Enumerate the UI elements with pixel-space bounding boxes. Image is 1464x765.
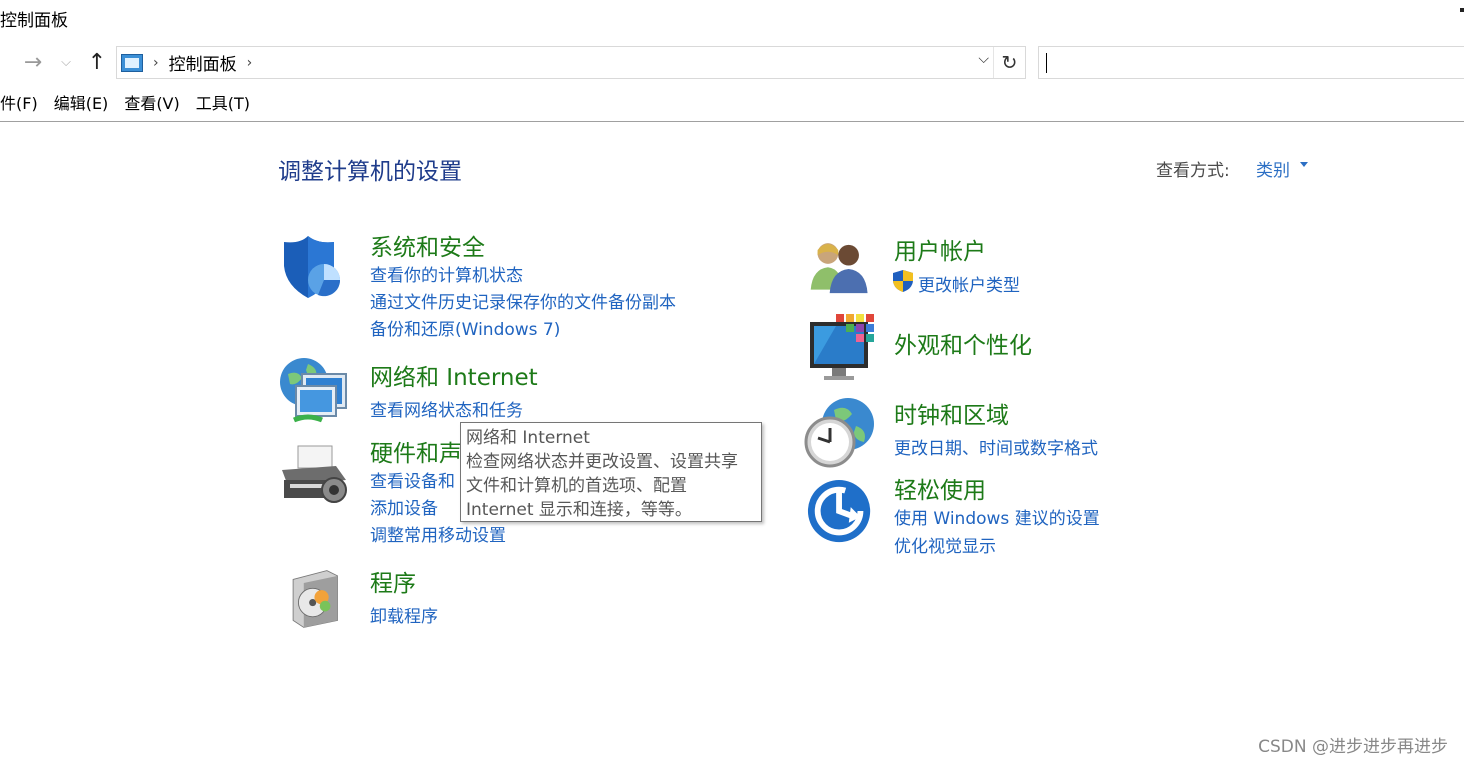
menu-view[interactable]: 查看(V)	[124, 90, 195, 118]
recent-locations-button[interactable]: ⌵	[56, 48, 76, 76]
breadcrumb-control-panel[interactable]: 控制面板	[169, 50, 237, 75]
tooltip-line: Internet 显示和连接，等等。	[466, 500, 692, 520]
up-button[interactable]: ↑	[82, 48, 112, 76]
link-uninstall-program[interactable]: 卸载程序	[370, 602, 438, 627]
link-backup-restore[interactable]: 备份和还原(Windows 7)	[370, 315, 560, 340]
link-file-history-backup[interactable]: 通过文件历史记录保存你的文件备份副本	[370, 288, 676, 313]
menu-bar: 件(F) 编辑(E) 查看(V) 工具(T)	[0, 90, 1464, 122]
chevron-down-icon: ⌵	[61, 54, 71, 70]
refresh-button[interactable]: ↻	[993, 47, 1025, 78]
menu-tools[interactable]: 工具(T)	[196, 90, 266, 118]
category-title-system-security[interactable]: 系统和安全	[370, 228, 485, 262]
shield-icon[interactable]	[278, 234, 350, 306]
forward-button[interactable]: →	[18, 48, 48, 76]
link-change-date-time-format[interactable]: 更改日期、时间或数字格式	[894, 434, 1098, 459]
programs-icon[interactable]	[286, 566, 350, 632]
category-title-network-internet[interactable]: 网络和 Internet	[370, 358, 538, 392]
category-title-ease-of-access[interactable]: 轻松使用	[894, 471, 986, 505]
category-title-appearance[interactable]: 外观和个性化	[894, 326, 1032, 360]
display-palette-icon[interactable]	[806, 314, 878, 386]
arrow-right-icon: →	[23, 49, 43, 75]
menu-edit[interactable]: 编辑(E)	[54, 90, 125, 118]
window-control-icon[interactable]	[1460, 8, 1464, 12]
users-icon[interactable]	[806, 238, 874, 300]
view-by-dropdown[interactable]: 类别	[1256, 156, 1290, 181]
tooltip-line: 网络和 Internet	[466, 428, 590, 448]
network-globe-icon[interactable]	[278, 356, 350, 428]
title-bar: 控制面板	[0, 0, 1464, 34]
clock-globe-icon[interactable]	[804, 396, 876, 468]
link-optimize-visual-display[interactable]: 优化视觉显示	[894, 532, 996, 557]
tooltip-line: 文件和计算机的首选项、配置	[466, 476, 687, 496]
category-title-programs[interactable]: 程序	[370, 564, 416, 598]
category-title-user-accounts[interactable]: 用户帐户	[894, 232, 986, 266]
watermark: CSDN @进步进步再进步	[1258, 737, 1448, 757]
link-add-device[interactable]: 添加设备	[370, 494, 438, 519]
link-network-status-tasks[interactable]: 查看网络状态和任务	[370, 396, 523, 421]
view-by-caret-icon[interactable]	[1300, 162, 1308, 167]
view-by-label: 查看方式:	[1156, 161, 1230, 181]
link-change-account-type[interactable]: 更改帐户类型	[918, 271, 1020, 296]
arrow-up-icon: ↑	[87, 49, 107, 75]
link-mobility-settings[interactable]: 调整常用移动设置	[370, 521, 506, 546]
window-title: 控制面板	[0, 11, 68, 31]
refresh-icon: ↻	[1001, 51, 1018, 74]
printer-icon[interactable]	[278, 440, 350, 512]
category-title-hardware-sound[interactable]: 硬件和声	[370, 434, 462, 468]
page-title: 调整计算机的设置	[278, 159, 462, 185]
search-input[interactable]	[1038, 46, 1464, 79]
tooltip-line: 检查网络状态并更改设置、设置共享	[466, 452, 738, 472]
address-dropdown-icon[interactable]: ⌵	[978, 51, 989, 67]
uac-shield-icon	[893, 270, 913, 292]
link-view-devices-printers[interactable]: 查看设备和	[370, 467, 455, 492]
control-panel-icon	[121, 53, 143, 72]
breadcrumb-separator[interactable]: ›	[247, 55, 253, 71]
menu-file[interactable]: 件(F)	[0, 90, 54, 118]
link-view-computer-status[interactable]: 查看你的计算机状态	[370, 261, 523, 286]
category-title-clock-region[interactable]: 时钟和区域	[894, 396, 1009, 430]
address-bar[interactable]: › 控制面板 › ⌵ ↻	[116, 46, 1026, 79]
text-caret	[1046, 53, 1047, 73]
link-recommended-settings[interactable]: 使用 Windows 建议的设置	[894, 504, 1100, 529]
ease-of-access-icon[interactable]	[806, 478, 876, 548]
navigation-bar: → ⌵ ↑ › 控制面板 › ⌵ ↻	[0, 44, 1464, 80]
tooltip-network-internet: 网络和 Internet 检查网络状态并更改设置、设置共享 文件和计算机的首选项…	[460, 422, 762, 522]
breadcrumb-separator[interactable]: ›	[153, 55, 159, 71]
